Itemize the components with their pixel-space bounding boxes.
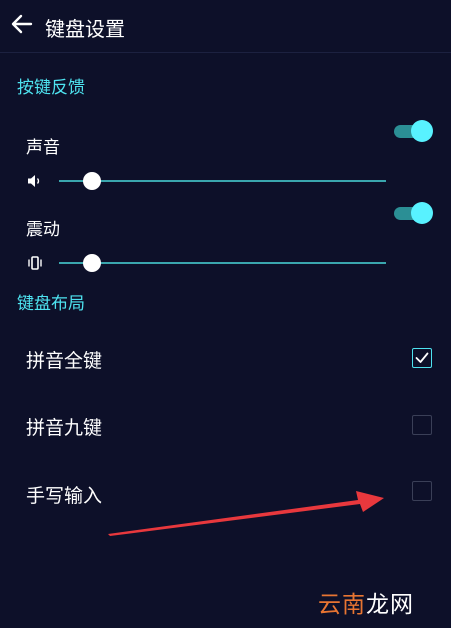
slider-thumb[interactable] — [82, 254, 101, 272]
slider-rail — [59, 262, 386, 264]
checkmark-icon — [415, 352, 429, 363]
sound-volume-slider[interactable] — [59, 171, 386, 191]
page-title: 键盘设置 — [45, 17, 125, 41]
section-title-keyboard-layout: 键盘布局 — [17, 294, 85, 314]
vibration-toggle[interactable] — [393, 202, 433, 224]
back-button[interactable] — [8, 10, 36, 38]
sound-label: 声音 — [26, 138, 60, 158]
option-pinyin-nine-checkbox[interactable] — [412, 415, 432, 435]
top-bar: 键盘设置 — [0, 0, 451, 53]
option-pinyin-full-label: 拼音全键 — [26, 350, 103, 372]
vibration-strength-slider[interactable] — [59, 253, 386, 273]
vibration-label: 震动 — [26, 220, 60, 240]
option-handwriting-label: 手写输入 — [26, 485, 103, 507]
toggle-knob — [411, 120, 433, 142]
watermark-part2: 龙网 — [366, 592, 414, 618]
option-pinyin-nine-label: 拼音九键 — [26, 417, 103, 439]
slider-thumb[interactable] — [82, 172, 101, 190]
speaker-icon — [28, 175, 40, 187]
toggle-knob — [411, 202, 433, 224]
arrow-left-icon — [11, 14, 33, 34]
watermark-part1: 云南 — [318, 592, 366, 618]
option-pinyin-full-checkbox[interactable] — [412, 348, 432, 368]
option-handwriting-checkbox[interactable] — [412, 481, 432, 501]
slider-rail — [59, 180, 386, 182]
sound-toggle[interactable] — [393, 120, 433, 142]
section-title-key-feedback: 按键反馈 — [17, 78, 85, 98]
watermark: 云南龙网 — [318, 585, 414, 619]
vibrate-icon — [28, 256, 42, 270]
